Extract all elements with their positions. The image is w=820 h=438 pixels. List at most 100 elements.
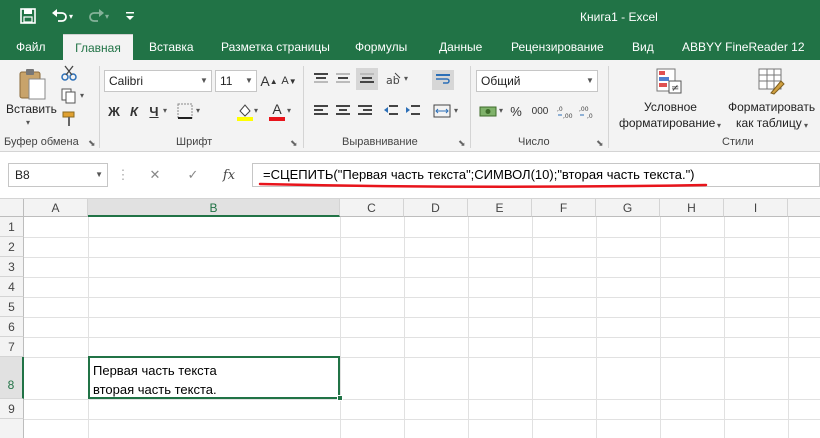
shrink-font-icon[interactable]: A ▼	[280, 72, 298, 90]
conditional-formatting-dropdown-icon[interactable]: ▾	[717, 121, 721, 130]
tab-file[interactable]: Файл	[16, 34, 46, 60]
orientation-dropdown-icon[interactable]: ▾	[404, 74, 408, 83]
name-box-dropdown-icon[interactable]: ▼	[95, 164, 103, 186]
align-top-icon[interactable]	[312, 70, 330, 88]
grid-line	[24, 419, 820, 420]
column-header-d[interactable]: D	[404, 199, 468, 217]
bold-button[interactable]: Ж	[106, 102, 122, 120]
column-header-e[interactable]: E	[468, 199, 532, 217]
row-header-3[interactable]: 3	[0, 257, 24, 277]
currency-dropdown-icon[interactable]: ▾	[499, 106, 503, 115]
cut-icon[interactable]	[60, 64, 78, 82]
number-launcher-icon[interactable]: ⬊	[596, 138, 604, 149]
worksheet-grid[interactable]: A B C D E F G H I 1 2 3 4 5 6 7 8 9 Перв…	[0, 199, 820, 438]
underline-dropdown-icon[interactable]: ▾	[163, 106, 167, 115]
redo-dropdown-icon[interactable]: ▾	[102, 6, 112, 26]
fill-handle[interactable]	[337, 395, 343, 401]
currency-icon[interactable]	[478, 102, 498, 120]
row-header-5[interactable]: 5	[0, 297, 24, 317]
number-format-dropdown-icon[interactable]: ▼	[583, 71, 597, 91]
column-header-a[interactable]: A	[24, 199, 88, 217]
row-header-7[interactable]: 7	[0, 337, 24, 357]
align-bottom-icon[interactable]	[356, 68, 378, 90]
tab-review[interactable]: Рецензирование	[511, 34, 604, 60]
paste-button[interactable]: Вставить	[6, 102, 57, 116]
tab-view[interactable]: Вид	[632, 34, 654, 60]
column-header-h[interactable]: H	[660, 199, 724, 217]
row-header-partial[interactable]	[0, 419, 24, 438]
fill-color-dropdown-icon[interactable]: ▾	[254, 106, 258, 115]
merge-dropdown-icon[interactable]: ▾	[454, 106, 458, 115]
column-header-g[interactable]: G	[596, 199, 660, 217]
select-all-corner[interactable]	[0, 199, 24, 217]
tab-formulas[interactable]: Формулы	[355, 34, 407, 60]
underline-button[interactable]: Ч	[146, 102, 162, 120]
row-header-2[interactable]: 2	[0, 237, 24, 257]
thousands-separator-button[interactable]: 000	[528, 102, 552, 120]
paste-icon[interactable]	[12, 66, 52, 102]
decrease-decimal-icon[interactable]: ,00,0	[578, 102, 598, 120]
align-center-icon[interactable]	[334, 102, 352, 120]
conditional-formatting-label-2[interactable]: форматирование	[619, 116, 715, 130]
tab-abbyy[interactable]: ABBYY FineReader 12	[682, 34, 805, 60]
name-box[interactable]: B8 ▼	[8, 163, 108, 187]
paste-dropdown-icon[interactable]: ▾	[26, 118, 30, 127]
orientation-icon[interactable]: ab	[384, 70, 402, 88]
copy-icon[interactable]	[60, 87, 78, 105]
conditional-formatting-icon[interactable]: ≠	[654, 66, 684, 96]
undo-dropdown-icon[interactable]: ▾	[66, 6, 76, 26]
row-header-1[interactable]: 1	[0, 217, 24, 237]
cancel-icon[interactable]: ✕	[142, 161, 168, 189]
enter-icon[interactable]: ✓	[180, 161, 206, 189]
alignment-launcher-icon[interactable]: ⬊	[458, 138, 466, 149]
grow-font-icon[interactable]: A ▲	[260, 72, 278, 90]
align-right-icon[interactable]	[356, 102, 374, 120]
font-size-value: 11	[220, 74, 233, 88]
font-size-combo[interactable]: 11 ▼	[215, 70, 257, 92]
font-color-icon[interactable]: A	[268, 100, 286, 122]
row-header-9[interactable]: 9	[0, 399, 24, 419]
increase-indent-icon[interactable]	[404, 102, 422, 120]
decrease-indent-icon[interactable]	[382, 102, 400, 120]
font-size-dropdown-icon[interactable]: ▼	[242, 71, 256, 91]
column-header-i[interactable]: I	[724, 199, 788, 217]
copy-dropdown-icon[interactable]: ▾	[80, 91, 84, 100]
row-header-8[interactable]: 8	[0, 357, 24, 399]
tab-page-layout[interactable]: Разметка страницы	[221, 34, 330, 60]
active-cell-b8[interactable]: Первая часть текста вторая часть текста.	[88, 356, 340, 399]
align-middle-icon[interactable]	[334, 70, 352, 88]
italic-button[interactable]: К	[126, 102, 142, 120]
save-icon[interactable]	[18, 6, 38, 26]
format-as-table-label-2[interactable]: как таблицу	[736, 116, 802, 130]
number-format-combo[interactable]: Общий ▼	[476, 70, 598, 92]
font-name-combo[interactable]: Calibri ▼	[104, 70, 212, 92]
row-header-4[interactable]: 4	[0, 277, 24, 297]
format-painter-icon[interactable]	[60, 110, 78, 128]
borders-dropdown-icon[interactable]: ▾	[196, 106, 200, 115]
tab-insert[interactable]: Вставка	[149, 34, 194, 60]
format-as-table-dropdown-icon[interactable]: ▾	[804, 121, 808, 130]
font-name-dropdown-icon[interactable]: ▼	[197, 71, 211, 91]
align-left-icon[interactable]	[312, 102, 330, 120]
row-header-6[interactable]: 6	[0, 317, 24, 337]
tab-home[interactable]: Главная	[63, 34, 133, 60]
merge-center-icon[interactable]	[432, 102, 452, 120]
wrap-text-icon[interactable]	[432, 70, 454, 90]
conditional-formatting-label-1[interactable]: Условное	[644, 100, 697, 114]
format-as-table-label-1[interactable]: Форматировать	[728, 100, 815, 114]
font-launcher-icon[interactable]: ⬊	[290, 138, 298, 149]
increase-decimal-icon[interactable]: ,0,00	[556, 102, 576, 120]
borders-icon[interactable]	[176, 102, 194, 120]
clipboard-launcher-icon[interactable]: ⬊	[88, 138, 96, 149]
percent-button[interactable]: %	[508, 102, 524, 120]
tab-data[interactable]: Данные	[439, 34, 482, 60]
column-header-c[interactable]: C	[340, 199, 404, 217]
column-header-partial[interactable]	[788, 199, 820, 217]
font-color-dropdown-icon[interactable]: ▾	[287, 106, 291, 115]
insert-function-button[interactable]: fx	[216, 161, 242, 189]
column-header-f[interactable]: F	[532, 199, 596, 217]
column-header-b[interactable]: B	[88, 199, 340, 217]
format-as-table-icon[interactable]	[756, 66, 786, 96]
fill-color-icon[interactable]	[236, 100, 254, 122]
customize-toolbar-icon[interactable]	[120, 6, 140, 26]
